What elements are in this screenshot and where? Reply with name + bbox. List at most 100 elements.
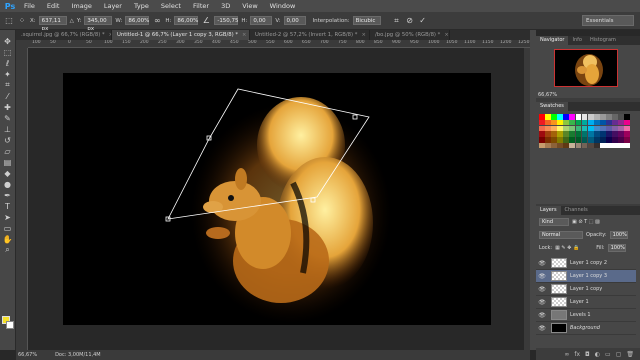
- cancel-transform-icon[interactable]: ⊘: [405, 16, 415, 26]
- x-input[interactable]: 637,11 px: [38, 16, 67, 32]
- mask-icon[interactable]: ◘: [585, 351, 590, 358]
- color-swatch[interactable]: [563, 125, 570, 132]
- layer-name[interactable]: Layer 1 copy 3: [570, 273, 607, 279]
- zoom-tool-icon[interactable]: ⌕: [2, 245, 14, 255]
- color-swatch[interactable]: [599, 142, 606, 149]
- color-swatch[interactable]: [587, 142, 594, 149]
- color-swatch[interactable]: [581, 137, 588, 143]
- visibility-eye-icon[interactable]: 👁: [536, 312, 548, 319]
- width-input[interactable]: 86,00%: [125, 16, 150, 25]
- color-swatch[interactable]: [563, 114, 570, 120]
- y-input[interactable]: 345,00 px: [84, 16, 113, 32]
- visibility-eye-icon[interactable]: 👁: [536, 286, 548, 293]
- magic-wand-tool-icon[interactable]: ✦: [2, 69, 14, 79]
- color-swatch[interactable]: [575, 131, 582, 137]
- color-swatch[interactable]: [545, 119, 551, 126]
- color-swatch[interactable]: [618, 125, 625, 132]
- crop-tool-icon[interactable]: ⌗: [2, 80, 14, 90]
- color-swatch[interactable]: [557, 137, 564, 143]
- color-swatch[interactable]: [587, 119, 594, 126]
- color-swatch[interactable]: [599, 114, 606, 120]
- tab-swatches[interactable]: Swatches: [536, 102, 568, 111]
- path-selection-tool-icon[interactable]: ➤: [2, 212, 14, 222]
- color-swatch[interactable]: [569, 131, 576, 137]
- layer-row[interactable]: 👁 Levels 1: [536, 309, 636, 322]
- color-swatch[interactable]: [593, 114, 600, 120]
- blend-mode-select[interactable]: Normal: [539, 231, 583, 239]
- color-swatch[interactable]: [539, 137, 545, 143]
- color-swatch[interactable]: [618, 114, 625, 120]
- color-swatch[interactable]: [551, 125, 557, 132]
- color-swatch[interactable]: [587, 131, 594, 137]
- color-swatch[interactable]: [575, 114, 582, 120]
- warp-icon[interactable]: ⌗: [392, 16, 402, 26]
- visibility-eye-icon[interactable]: 👁: [536, 260, 548, 267]
- type-tool-icon[interactable]: T: [2, 201, 14, 211]
- color-swatch[interactable]: [575, 119, 582, 126]
- marquee-tool-icon[interactable]: ⬚: [2, 47, 14, 57]
- workspace-select[interactable]: Essentials: [582, 15, 634, 26]
- visibility-eye-icon[interactable]: 👁: [536, 325, 548, 332]
- tab-info[interactable]: Info: [568, 36, 585, 45]
- link-layers-icon[interactable]: ∞: [564, 351, 569, 358]
- color-swatch[interactable]: [612, 142, 618, 149]
- layer-row[interactable]: 👁 Layer 1 copy 2: [536, 257, 636, 270]
- filter-icons[interactable]: ▣ ⊘ T ⬚ ▨: [572, 219, 600, 225]
- tab-layers[interactable]: Layers: [536, 206, 561, 215]
- color-swatch[interactable]: [599, 131, 606, 137]
- new-layer-icon[interactable]: ▢: [616, 351, 622, 358]
- color-swatch[interactable]: [618, 119, 625, 126]
- color-swatch[interactable]: [551, 119, 557, 126]
- tab-untitled-1[interactable]: Untitled-1 @ 66,7% (Layer 1 copy 3, RGB/…: [112, 30, 250, 40]
- menu-file[interactable]: File: [18, 0, 41, 12]
- layer-name[interactable]: Background: [570, 325, 600, 331]
- navigator-preview[interactable]: [554, 49, 618, 87]
- layer-row[interactable]: 👁 Layer 1: [536, 296, 636, 309]
- color-swatch[interactable]: [575, 125, 582, 132]
- navigator-zoom[interactable]: 66,67%: [538, 92, 557, 98]
- blur-tool-icon[interactable]: ◆: [2, 168, 14, 178]
- color-swatch[interactable]: [612, 137, 618, 143]
- color-swatch[interactable]: [618, 137, 625, 143]
- layer-row[interactable]: 👁 Background: [536, 322, 636, 335]
- color-swatch[interactable]: [569, 142, 576, 149]
- color-swatch[interactable]: [599, 119, 606, 126]
- gradient-tool-icon[interactable]: ▤: [2, 157, 14, 167]
- tab-histogram[interactable]: Histogram: [586, 36, 620, 45]
- color-swatch[interactable]: [551, 142, 557, 149]
- color-swatch[interactable]: [618, 131, 625, 137]
- color-swatch[interactable]: [624, 119, 631, 126]
- color-swatch[interactable]: [624, 131, 631, 137]
- color-swatch[interactable]: [557, 142, 564, 149]
- vskew-input[interactable]: 0,00: [283, 16, 306, 25]
- layer-row[interactable]: 👁 Layer 1 copy 3: [536, 270, 636, 283]
- color-swatch[interactable]: [612, 119, 618, 126]
- reference-point-icon[interactable]: ⁘: [17, 16, 27, 26]
- zoom-level[interactable]: 66,67%: [18, 352, 37, 358]
- fill-input[interactable]: 100%: [607, 244, 626, 252]
- color-swatch[interactable]: [624, 142, 631, 149]
- background-color-swatch[interactable]: [6, 321, 14, 329]
- color-swatch[interactable]: [557, 114, 564, 120]
- visibility-eye-icon[interactable]: 👁: [536, 299, 548, 306]
- color-swatch[interactable]: [575, 142, 582, 149]
- color-swatch[interactable]: [624, 137, 631, 143]
- color-swatch[interactable]: [569, 137, 576, 143]
- color-swatch[interactable]: [581, 114, 588, 120]
- canvas-area[interactable]: [28, 48, 530, 350]
- transform-handle[interactable]: [352, 114, 358, 120]
- color-swatch[interactable]: [624, 125, 631, 132]
- color-swatch[interactable]: [539, 119, 545, 126]
- commit-transform-icon[interactable]: ✓: [418, 16, 428, 26]
- shape-tool-icon[interactable]: ▭: [2, 223, 14, 233]
- adjustment-icon[interactable]: ◐: [595, 351, 600, 358]
- color-swatch[interactable]: [545, 125, 551, 132]
- color-swatch[interactable]: [606, 131, 612, 137]
- hskew-input[interactable]: 0,00: [250, 16, 273, 25]
- color-swatch[interactable]: [593, 142, 600, 149]
- opacity-input[interactable]: 100%: [609, 231, 628, 239]
- tab-squirrel[interactable]: .squirrel.jpg @ 66,7% (RGB/8) *×: [16, 30, 112, 40]
- menu-select[interactable]: Select: [155, 0, 187, 12]
- menu-type[interactable]: Type: [128, 0, 155, 12]
- color-swatch[interactable]: [599, 137, 606, 143]
